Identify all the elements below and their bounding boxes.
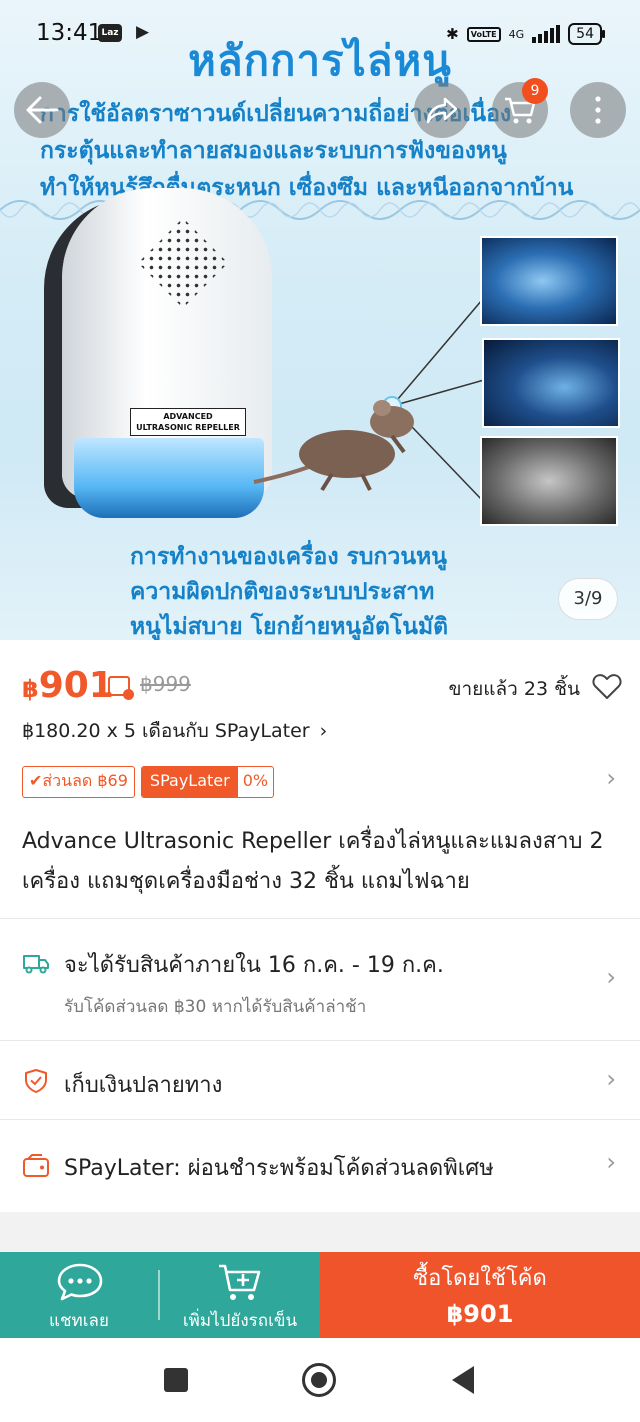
coupon-icon bbox=[108, 676, 134, 700]
signal-icon bbox=[532, 25, 561, 43]
hero-bottom-line: ความผิดปกติของระบบประสาท bbox=[130, 579, 435, 605]
chat-label: แชทเลย bbox=[49, 1311, 109, 1331]
chat-button[interactable]: แชทเลย bbox=[0, 1252, 158, 1338]
hero-bottom-text: การทำงานของเครื่อง รบกวนหนู ความผิดปกติข… bbox=[130, 540, 620, 640]
cod-row[interactable]: เก็บเงินปลายทาง › bbox=[0, 1041, 640, 1119]
installment-text: ฿180.20 x 5 เดือนกับ bbox=[22, 720, 215, 742]
lazada-notification-icon: Laz bbox=[98, 24, 122, 42]
spaylater-text: SPayLater: ผ่อนชำระพร้อมโค้ดส่วนลดพิเศษ bbox=[64, 1156, 494, 1181]
network-type: 4G bbox=[508, 27, 525, 41]
hero-line: กระตุ้นและทำลายสมองและระบบการฟังของหนู bbox=[40, 138, 507, 164]
image-counter: 3/9 bbox=[558, 578, 618, 620]
price-value: 901 bbox=[38, 665, 114, 706]
discount-tag: ✔ส่วนลด ฿69 bbox=[22, 766, 135, 798]
device-label-line: ULTRASONIC REPELLER bbox=[136, 423, 240, 432]
play-icon: ▶ bbox=[136, 22, 150, 42]
repeller-device: ADVANCED ULTRASONIC REPELLER bbox=[38, 188, 272, 518]
chevron-right-icon: › bbox=[606, 1065, 616, 1093]
volte-icon: VoLTE bbox=[466, 26, 501, 42]
installment-link[interactable]: ฿180.20 x 5 เดือนกับ SPayLater › bbox=[22, 716, 327, 746]
spaylater-tag: SPayLater 0% bbox=[140, 766, 275, 798]
back-button[interactable] bbox=[14, 82, 70, 138]
spaylater-row[interactable]: SPayLater: ผ่อนชำระพร้อมโค้ดส่วนลดพิเศษ … bbox=[0, 1120, 640, 1210]
clock: 13:41 bbox=[36, 20, 103, 46]
wallet-icon bbox=[23, 1154, 49, 1177]
promo-tags[interactable]: ✔ส่วนลด ฿69 SPayLater 0% bbox=[22, 766, 275, 798]
currency-symbol: ฿ bbox=[22, 675, 39, 703]
system-navigation-bar bbox=[0, 1338, 640, 1422]
spaylater-tag-rate: 0% bbox=[242, 771, 269, 790]
bluetooth-icon: ✱ bbox=[446, 25, 459, 43]
bottom-action-bar: แชทเลย เพิ่มไปยังรถเข็น ซื้อโดยใช้โค้ด ฿… bbox=[0, 1252, 640, 1338]
buy-label: ซื้อโดยใช้โค้ด bbox=[413, 1266, 547, 1291]
add-to-cart-label: เพิ่มไปยังรถเข็น bbox=[182, 1311, 298, 1331]
price-row: ฿901 ฿999 ขายแล้ว 23 ชิ้น bbox=[22, 662, 622, 712]
chevron-right-icon: › bbox=[319, 720, 328, 742]
current-price: ฿901 bbox=[22, 662, 114, 713]
brain-image bbox=[480, 236, 618, 326]
sold-count: ขายแล้ว 23 ชิ้น bbox=[448, 678, 581, 700]
more-options-button[interactable] bbox=[570, 82, 626, 138]
neuron-image bbox=[480, 436, 618, 526]
recent-apps-button[interactable] bbox=[164, 1368, 188, 1392]
product-title: Advance Ultrasonic Repeller เครื่องไล่หน… bbox=[22, 829, 604, 894]
spaylater-tag-label: SPayLater bbox=[141, 767, 238, 797]
cart-count-badge: 9 bbox=[522, 78, 548, 104]
chevron-right-icon[interactable]: › bbox=[606, 764, 616, 792]
installment-brand: SPayLater bbox=[214, 720, 310, 742]
rat-illustration bbox=[253, 400, 414, 492]
delivery-estimate: จะได้รับสินค้าภายใน 16 ก.ค. - 19 ก.ค. bbox=[64, 953, 444, 978]
share-icon bbox=[426, 97, 458, 124]
back-nav-button[interactable] bbox=[452, 1366, 474, 1394]
secondary-actions: แชทเลย เพิ่มไปยังรถเข็น bbox=[0, 1252, 320, 1338]
home-button[interactable] bbox=[302, 1363, 336, 1397]
nerve-image bbox=[482, 338, 620, 428]
delivery-row[interactable]: จะได้รับสินค้าภายใน 16 ก.ค. - 19 ก.ค. รั… bbox=[0, 919, 640, 1040]
share-button[interactable] bbox=[414, 82, 470, 138]
add-to-cart-button[interactable]: เพิ่มไปยังรถเข็น bbox=[160, 1252, 320, 1338]
chat-bubble-icon bbox=[57, 1263, 103, 1301]
device-light bbox=[74, 438, 264, 518]
chevron-right-icon: › bbox=[606, 963, 616, 991]
shield-check-icon bbox=[25, 1069, 47, 1093]
add-cart-icon bbox=[219, 1264, 261, 1300]
original-price: ฿999 bbox=[140, 672, 191, 696]
arrow-left-icon bbox=[26, 96, 59, 124]
status-icons: ✱ VoLTE 4G 54 bbox=[446, 20, 605, 48]
status-bar: 13:41 Laz ▶ ✱ VoLTE 4G 54 bbox=[0, 0, 640, 70]
wishlist-heart-icon[interactable] bbox=[592, 672, 622, 700]
truck-icon bbox=[23, 955, 49, 974]
more-vertical-icon bbox=[595, 96, 601, 124]
section-gap bbox=[0, 1212, 640, 1252]
hero-bottom-line: หนูไม่สบาย โยกย้ายหนูอัตโนมัติ bbox=[130, 614, 449, 640]
battery-icon: 54 bbox=[568, 23, 605, 45]
device-label-line: ADVANCED bbox=[163, 412, 213, 421]
cart-button[interactable]: 9 bbox=[492, 78, 548, 138]
late-delivery-voucher: รับโค้ดส่วนลด ฿30 หากได้รับสินค้าล่าช้า bbox=[64, 997, 367, 1017]
cod-text: เก็บเงินปลายทาง bbox=[64, 1073, 223, 1098]
buy-price: ฿901 bbox=[446, 1300, 514, 1328]
buy-now-button[interactable]: ซื้อโดยใช้โค้ด ฿901 bbox=[320, 1252, 640, 1338]
chevron-right-icon: › bbox=[606, 1148, 616, 1176]
product-image[interactable]: หลักการไล่หนู การใช้อัลตราซาวนด์เปลี่ยนค… bbox=[0, 0, 640, 640]
hero-bottom-line: การทำงานของเครื่อง รบกวนหนู bbox=[130, 544, 447, 570]
product-page: หลักการไล่หนู การใช้อัลตราซาวนด์เปลี่ยนค… bbox=[0, 0, 640, 1422]
device-label: ADVANCED ULTRASONIC REPELLER bbox=[130, 408, 246, 436]
